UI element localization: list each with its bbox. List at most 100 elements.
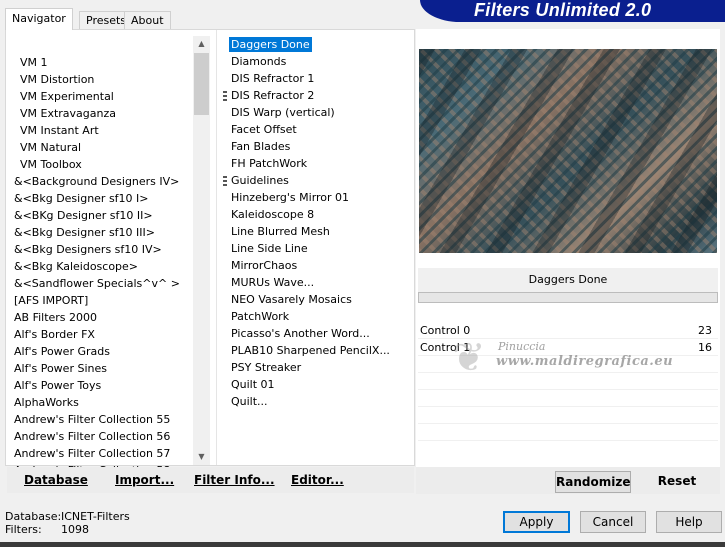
filter-item-label: Quilt... xyxy=(231,395,268,408)
filter-item[interactable]: Quilt... xyxy=(223,393,413,410)
drag-handle-icon xyxy=(223,91,227,101)
filter-info-button[interactable]: Filter Info... xyxy=(194,467,275,493)
category-item[interactable]: AB Filters 2000 xyxy=(14,309,189,326)
control-row-empty xyxy=(418,390,718,407)
filter-item[interactable]: MURUs Wave... xyxy=(223,274,413,291)
filter-item[interactable]: FH PatchWork xyxy=(223,155,413,172)
scroll-down-icon[interactable]: ▼ xyxy=(193,449,210,465)
category-item[interactable]: VM Distortion xyxy=(14,71,189,88)
database-button[interactable]: Database xyxy=(24,467,88,493)
filter-item-label: PLAB10 Sharpened PencilX... xyxy=(231,344,390,357)
filter-item[interactable]: Line Side Line xyxy=(223,240,413,257)
preview-image[interactable] xyxy=(419,49,717,253)
category-item[interactable]: Alf's Power Sines xyxy=(14,360,189,377)
filter-item-label: Guidelines xyxy=(231,174,289,187)
category-item[interactable]: AlphaWorks xyxy=(14,394,189,411)
category-item[interactable]: Andrew's Filter Collection 56 xyxy=(14,428,189,445)
help-button[interactable]: Help xyxy=(656,511,722,533)
category-item[interactable]: VM 1 xyxy=(14,54,189,71)
category-list-spacer xyxy=(14,30,189,54)
filter-item[interactable]: Daggers Done xyxy=(223,36,413,53)
category-item[interactable]: &<Sandflower Specials^v^ > xyxy=(14,275,189,292)
apply-button[interactable]: Apply xyxy=(503,511,570,533)
category-item[interactable]: VM Toolbox xyxy=(14,156,189,173)
status-filters-value: 1098 xyxy=(61,523,89,536)
category-item[interactable]: Alf's Power Toys xyxy=(14,377,189,394)
filter-item[interactable]: PatchWork xyxy=(223,308,413,325)
filter-item[interactable]: PSY Streaker xyxy=(223,359,413,376)
filter-item[interactable]: Line Blurred Mesh xyxy=(223,223,413,240)
status-database-value: ICNET-Filters xyxy=(61,510,130,523)
category-item[interactable]: &<Bkg Kaleidoscope> xyxy=(14,258,189,275)
filter-item[interactable]: Hinzeberg's Mirror 01 xyxy=(223,189,413,206)
filter-list-panel: Daggers Done Diamonds DIS Refractor 1 DIS R… xyxy=(216,30,415,465)
control-row-empty xyxy=(418,373,718,390)
navigator-toolbar: Database Import... Filter Info... Editor… xyxy=(7,467,414,493)
filter-item-label: DIS Warp (vertical) xyxy=(231,106,335,119)
filter-item-label: Picasso's Another Word... xyxy=(231,327,370,340)
filter-item-label: Hinzeberg's Mirror 01 xyxy=(231,191,350,204)
tab-about[interactable]: About xyxy=(124,11,171,30)
category-item[interactable]: &<Bkg Designer sf10 III> xyxy=(14,224,189,241)
category-scrollbar[interactable]: ▲ ▼ xyxy=(193,36,210,465)
taskbar-edge xyxy=(0,542,725,547)
filter-item[interactable]: Fan Blades xyxy=(223,138,413,155)
navigator-panel: VM 1 VM Distortion VM Experimental VM Extra… xyxy=(5,29,415,467)
filter-item-label: Facet Offset xyxy=(231,123,297,136)
filter-item[interactable]: Quilt 01 xyxy=(223,376,413,393)
filter-item[interactable]: Guidelines xyxy=(223,172,413,189)
category-item[interactable]: Alf's Power Grads xyxy=(14,343,189,360)
category-item[interactable]: Alf's Border FX xyxy=(14,326,189,343)
category-item[interactable]: VM Extravaganza xyxy=(14,105,189,122)
filter-item[interactable]: MirrorChaos xyxy=(223,257,413,274)
control-value: 16 xyxy=(698,341,712,354)
filter-item[interactable]: PLAB10 Sharpened PencilX... xyxy=(223,342,413,359)
selected-filter-name: Daggers Done xyxy=(418,268,718,292)
filter-item-label: Diamonds xyxy=(231,55,287,68)
category-item[interactable]: [AFS IMPORT] xyxy=(14,292,189,309)
filter-item[interactable]: NEO Vasarely Mosaics xyxy=(223,291,413,308)
category-item[interactable]: &<Bkg Designer sf10 I> xyxy=(14,190,189,207)
control-row[interactable]: Control 0 23 xyxy=(418,322,718,339)
import-button[interactable]: Import... xyxy=(115,467,174,493)
reset-button[interactable]: Reset xyxy=(648,471,706,493)
filter-item[interactable]: Diamonds xyxy=(223,53,413,70)
filter-item-label: Kaleidoscope 8 xyxy=(231,208,315,221)
filter-item[interactable]: DIS Refractor 2 xyxy=(223,87,413,104)
filter-item-label: FH PatchWork xyxy=(231,157,308,170)
filter-item[interactable]: Kaleidoscope 8 xyxy=(223,206,413,223)
control-label: Control 1 xyxy=(420,341,471,354)
category-item[interactable]: &<Background Designers IV> xyxy=(14,173,189,190)
preview-texture xyxy=(419,49,717,253)
control-row-empty xyxy=(418,424,718,441)
scroll-thumb[interactable] xyxy=(194,53,209,115)
category-item[interactable]: &<Bkg Designers sf10 IV> xyxy=(14,241,189,258)
category-item[interactable]: VM Experimental xyxy=(14,88,189,105)
tab-navigator[interactable]: Navigator xyxy=(5,8,73,30)
filter-item-label: DIS Refractor 2 xyxy=(231,89,315,102)
control-row-empty xyxy=(418,407,718,424)
filter-item-label: Quilt 01 xyxy=(231,378,275,391)
category-item[interactable]: VM Instant Art xyxy=(14,122,189,139)
category-item[interactable]: &<BKg Designer sf10 II> xyxy=(14,207,189,224)
scroll-up-icon[interactable]: ▲ xyxy=(193,36,210,52)
filter-list[interactable]: Daggers Done Diamonds DIS Refractor 1 DIS R… xyxy=(223,36,413,410)
control-row-empty xyxy=(418,356,718,373)
category-item[interactable]: VM Natural xyxy=(14,139,189,156)
control-row[interactable]: Control 1 16 xyxy=(418,339,718,356)
control-list: Control 0 23 Control 1 16 xyxy=(418,322,718,441)
category-item[interactable]: Andrew's Filter Collection 57 xyxy=(14,445,189,462)
randomize-button[interactable]: Randomize xyxy=(555,471,631,493)
filter-item[interactable]: Picasso's Another Word... xyxy=(223,325,413,342)
filter-item[interactable]: DIS Refractor 1 xyxy=(223,70,413,87)
category-list[interactable]: VM 1 VM Distortion VM Experimental VM Extra… xyxy=(14,30,189,467)
preview-toolbar: Randomize Reset xyxy=(416,467,720,494)
cancel-button[interactable]: Cancel xyxy=(580,511,646,533)
control-value: 23 xyxy=(698,324,712,337)
filter-item-label: PatchWork xyxy=(231,310,290,323)
filter-item[interactable]: Facet Offset xyxy=(223,121,413,138)
editor-button[interactable]: Editor... xyxy=(291,467,344,493)
category-item[interactable]: Andrew's Filter Collection 55 xyxy=(14,411,189,428)
progress-bar xyxy=(418,292,718,303)
filter-item[interactable]: DIS Warp (vertical) xyxy=(223,104,413,121)
